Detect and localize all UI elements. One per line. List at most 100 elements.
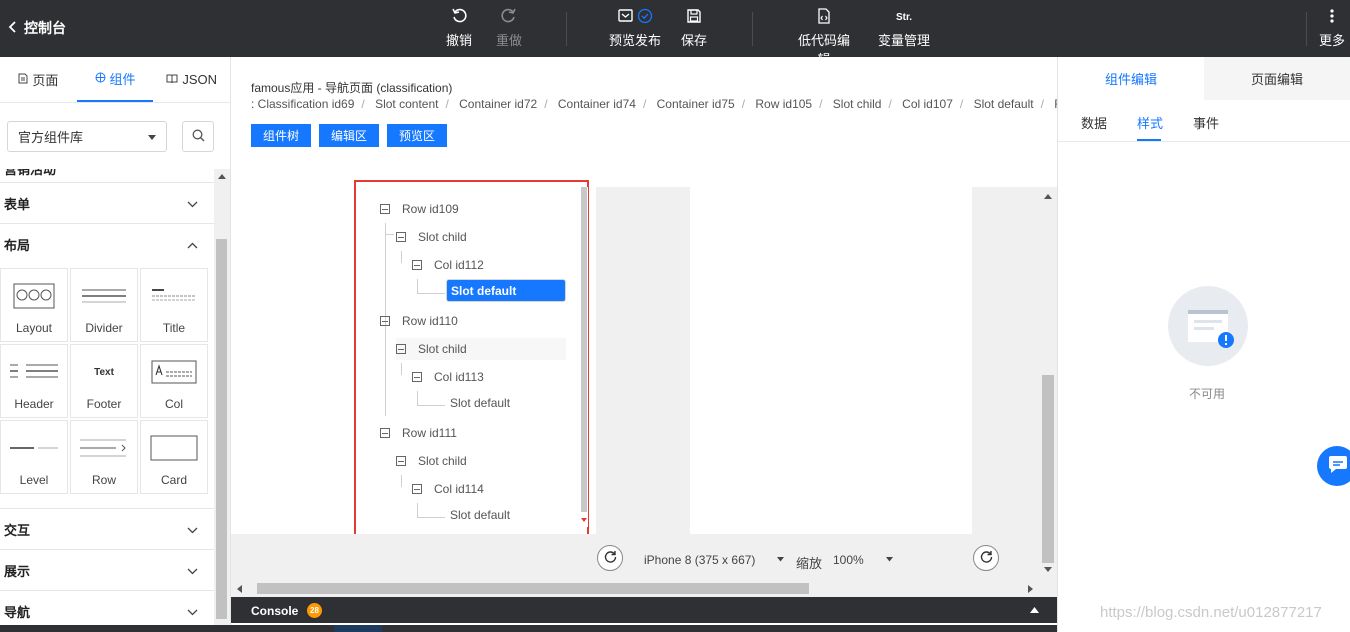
tab-json[interactable]: JSON bbox=[153, 57, 230, 102]
tab-components[interactable]: 组件 bbox=[76, 57, 154, 102]
left-scrollbar[interactable] bbox=[214, 169, 230, 632]
collapse-icon[interactable] bbox=[396, 344, 406, 354]
redo-button[interactable]: 重做 bbox=[496, 8, 522, 49]
group-interaction[interactable]: 交互 bbox=[0, 509, 214, 550]
tree-node-row[interactable]: Row id110 bbox=[380, 310, 458, 332]
horizontal-scrollbar-thumb[interactable] bbox=[257, 583, 809, 594]
scroll-up-icon[interactable] bbox=[218, 173, 226, 179]
more-vertical-icon bbox=[1318, 8, 1346, 28]
tree-node-label: Row id109 bbox=[402, 202, 459, 216]
component-layout[interactable]: Layout bbox=[0, 268, 68, 342]
scroll-right-icon[interactable] bbox=[1028, 585, 1034, 593]
zoom-select-value[interactable]: 100% bbox=[833, 553, 864, 567]
tree-scrollbar[interactable] bbox=[580, 187, 588, 527]
collapse-icon[interactable] bbox=[380, 316, 390, 326]
preview-publish-button[interactable]: 预览发布 bbox=[609, 8, 661, 49]
preview-publish-label: 预览发布 bbox=[609, 33, 662, 48]
chat-widget-button[interactable] bbox=[1317, 446, 1350, 486]
caret-up-icon[interactable] bbox=[1030, 607, 1039, 613]
breadcrumb-item[interactable]: Slot content bbox=[375, 97, 438, 111]
tab-page[interactable]: 页面 bbox=[0, 57, 77, 102]
collapse-icon[interactable] bbox=[412, 260, 422, 270]
caret-down-icon bbox=[148, 129, 156, 144]
tree-node-slot[interactable]: Slot child bbox=[396, 338, 566, 360]
scroll-down-icon[interactable] bbox=[1044, 567, 1052, 573]
component-row[interactable]: Row bbox=[70, 420, 138, 494]
component-card[interactable]: Card bbox=[140, 420, 208, 494]
tree-node-col[interactable]: Col id113 bbox=[412, 366, 484, 388]
subtab-style[interactable]: 样式 bbox=[1137, 113, 1163, 132]
tree-node-row[interactable]: Row id109 bbox=[380, 198, 459, 220]
component-level[interactable]: Level bbox=[0, 420, 68, 494]
tree-node-col[interactable]: Col id114 bbox=[412, 478, 484, 500]
collapse-icon[interactable] bbox=[412, 372, 422, 382]
component-library-select[interactable]: 官方组件库 bbox=[7, 121, 167, 152]
scroll-down-icon[interactable] bbox=[581, 518, 587, 523]
component-title[interactable]: Title bbox=[140, 268, 208, 342]
breadcrumb-item[interactable]: Slot default bbox=[974, 97, 1034, 111]
right-tabs: 组件编辑 页面编辑 bbox=[1058, 57, 1350, 100]
breadcrumb-item[interactable]: : Classification id69 bbox=[251, 97, 354, 111]
tree-node-row[interactable]: Row id111 bbox=[380, 422, 457, 444]
collapse-icon[interactable] bbox=[380, 428, 390, 438]
left-scrollbar-thumb[interactable] bbox=[216, 239, 227, 619]
breadcrumb-item[interactable]: Slot child bbox=[833, 97, 882, 111]
toolbar-divider bbox=[1306, 12, 1307, 46]
active-subtab-indicator bbox=[1137, 139, 1161, 141]
edit-area-button[interactable]: 编辑区 bbox=[319, 124, 379, 147]
tab-component-edit[interactable]: 组件编辑 bbox=[1058, 57, 1204, 100]
tree-node-slot-default[interactable]: Slot default bbox=[446, 504, 514, 526]
group-marketing-partial[interactable]: 营销活动 bbox=[0, 169, 214, 183]
breadcrumb-item[interactable]: Container id72 bbox=[459, 97, 537, 111]
refresh-button[interactable] bbox=[973, 545, 999, 571]
caret-down-icon[interactable] bbox=[886, 557, 893, 562]
component-tree-button[interactable]: 组件树 bbox=[251, 124, 311, 147]
component-divider[interactable]: Divider bbox=[70, 268, 138, 342]
scroll-up-icon[interactable] bbox=[1044, 193, 1052, 199]
subtab-data[interactable]: 数据 bbox=[1081, 113, 1107, 132]
breadcrumb-item[interactable]: Row id105 bbox=[755, 97, 812, 111]
rotate-button[interactable] bbox=[597, 545, 623, 571]
canvas-vertical-scrollbar[interactable] bbox=[1039, 187, 1057, 580]
component-search-button[interactable] bbox=[182, 121, 214, 152]
group-layout[interactable]: 布局 bbox=[0, 224, 214, 265]
breadcrumb-item[interactable]: Container id74 bbox=[558, 97, 636, 111]
console-bar[interactable]: Console 28 bbox=[231, 597, 1057, 623]
collapse-icon[interactable] bbox=[412, 484, 422, 494]
tree-node-slot-default-selected[interactable]: Slot default bbox=[446, 279, 566, 302]
component-col[interactable]: Col bbox=[140, 344, 208, 418]
variable-manage-button[interactable]: Str. 变量管理 bbox=[878, 8, 930, 49]
footer-thumb-text: Text bbox=[94, 366, 114, 378]
component-footer[interactable]: Text Footer bbox=[70, 344, 138, 418]
undo-button[interactable]: 撤销 bbox=[446, 8, 472, 49]
canvas-scrollbar-thumb[interactable] bbox=[1042, 375, 1054, 563]
tree-scrollbar-thumb[interactable] bbox=[581, 187, 587, 512]
tab-page-edit[interactable]: 页面编辑 bbox=[1204, 57, 1350, 100]
subtab-events[interactable]: 事件 bbox=[1193, 113, 1219, 132]
phone-preview[interactable] bbox=[690, 187, 972, 534]
tree-node-slot-default[interactable]: Slot default bbox=[446, 392, 514, 414]
device-select-value[interactable]: iPhone 8 (375 x 667) bbox=[644, 553, 755, 567]
caret-down-icon[interactable] bbox=[777, 557, 784, 562]
more-button[interactable]: 更多 bbox=[1318, 8, 1346, 49]
scroll-left-icon[interactable] bbox=[236, 585, 242, 593]
tree-node-slot[interactable]: Slot child bbox=[396, 226, 467, 248]
canvas-horizontal-scrollbar[interactable] bbox=[231, 580, 1039, 597]
save-button[interactable]: 保存 bbox=[681, 8, 707, 49]
collapse-icon[interactable] bbox=[396, 456, 406, 466]
breadcrumb-item[interactable]: Container id75 bbox=[657, 97, 735, 111]
group-display[interactable]: 展示 bbox=[0, 550, 214, 591]
collapse-icon[interactable] bbox=[396, 232, 406, 242]
breadcrumb-item[interactable]: Col id107 bbox=[902, 97, 953, 111]
group-form[interactable]: 表单 bbox=[0, 183, 214, 224]
component-header[interactable]: Header bbox=[0, 344, 68, 418]
collapse-icon[interactable] bbox=[380, 204, 390, 214]
tree-node-col[interactable]: Col id112 bbox=[412, 254, 484, 276]
console-label: Console bbox=[251, 604, 299, 618]
tree-node-slot[interactable]: Slot child bbox=[396, 450, 467, 472]
preview-area-button[interactable]: 预览区 bbox=[387, 124, 447, 147]
chevron-left-icon bbox=[8, 20, 18, 36]
save-label: 保存 bbox=[681, 33, 708, 48]
back-to-console[interactable]: 控制台 bbox=[8, 18, 66, 38]
book-icon bbox=[166, 72, 178, 87]
